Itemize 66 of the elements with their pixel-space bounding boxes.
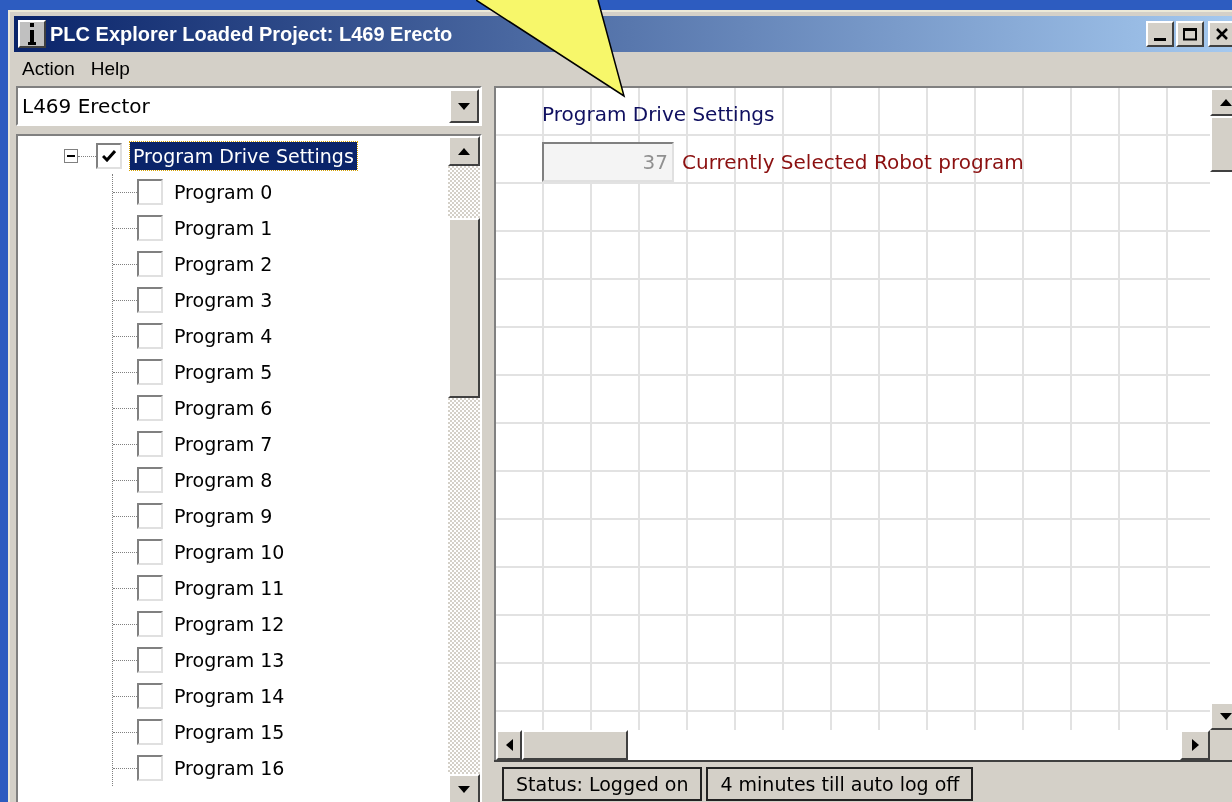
scroll-left-button[interactable] (496, 730, 522, 760)
scroll-up-button[interactable] (448, 136, 480, 166)
tree-item[interactable]: Program 1 (171, 214, 276, 242)
checkbox[interactable] (137, 323, 163, 349)
scroll-thumb[interactable] (448, 218, 480, 398)
tree-item[interactable]: Program 14 (171, 682, 288, 710)
menu-item[interactable]: Help (84, 54, 136, 84)
tree-item[interactable]: Program 11 (171, 574, 288, 602)
tree-item[interactable]: Program Drive Settings (130, 142, 357, 170)
dropdown-value: L469 Erector (21, 93, 151, 120)
project-dropdown[interactable]: L469 Erector (16, 86, 482, 126)
scroll-up-icon (458, 147, 470, 155)
tree-item[interactable]: Program 16 (171, 754, 288, 782)
tree-item[interactable]: Program 0 (171, 178, 276, 206)
checkbox[interactable] (137, 575, 163, 601)
tree-item[interactable]: Program 9 (171, 502, 276, 530)
tree-item[interactable]: Program 5 (171, 358, 276, 386)
scroll-right-button[interactable] (1180, 730, 1210, 760)
field-label: Currently Selected Robot program (682, 149, 1024, 176)
checkbox[interactable] (137, 179, 163, 205)
checkbox[interactable] (137, 395, 163, 421)
scroll-down-button[interactable] (448, 774, 480, 802)
tree-item[interactable]: Program 2 (171, 250, 276, 278)
tree-item[interactable]: Program 3 (171, 286, 276, 314)
close-icon (1216, 28, 1228, 40)
tree-item[interactable]: Program 15 (171, 718, 288, 746)
checkbox[interactable] (137, 503, 163, 529)
checkbox[interactable] (137, 755, 163, 781)
checkbox[interactable] (137, 539, 163, 565)
maximize-icon (1183, 27, 1197, 41)
tree-item[interactable]: Program 8 (171, 466, 276, 494)
checkbox[interactable] (137, 359, 163, 385)
checkbox[interactable] (137, 287, 163, 313)
checkbox[interactable] (137, 215, 163, 241)
checkbox[interactable] (137, 719, 163, 745)
window-title: PLC Explorer Loaded Project: L469 Erecto (50, 22, 453, 47)
checkbox[interactable] (137, 611, 163, 637)
minimize-icon (1154, 38, 1166, 41)
scroll-left-icon (505, 739, 513, 751)
section-heading: Program Drive Settings (542, 101, 776, 128)
status-text: Status: Logged on (502, 767, 703, 801)
checkbox[interactable] (137, 431, 163, 457)
app-icon (18, 20, 46, 48)
maximize-button[interactable] (1176, 21, 1204, 47)
collapse-icon[interactable] (64, 149, 78, 163)
scroll-down-icon (1220, 712, 1232, 720)
scroll-up-icon (1220, 98, 1232, 106)
scroll-down-icon (458, 785, 470, 793)
minimize-button[interactable] (1146, 21, 1174, 47)
checkbox[interactable] (137, 647, 163, 673)
close-button[interactable] (1208, 21, 1232, 47)
scroll-thumb[interactable] (522, 730, 628, 760)
menu-item[interactable]: Action (16, 54, 81, 84)
status-text: 4 minutes till auto log off (706, 767, 974, 801)
tree-item[interactable]: Program 12 (171, 610, 288, 638)
checkbox[interactable] (137, 467, 163, 493)
checkbox[interactable] (137, 683, 163, 709)
checkbox[interactable] (96, 143, 122, 169)
tree-item[interactable]: Program 4 (171, 322, 276, 350)
scroll-right-icon (1191, 739, 1199, 751)
tree-item[interactable]: Program 10 (171, 538, 288, 566)
checkmark-icon (102, 150, 116, 162)
tree-item[interactable]: Program 6 (171, 394, 276, 422)
tree-item[interactable]: Program 7 (171, 430, 276, 458)
checkbox[interactable] (137, 251, 163, 277)
tree-item[interactable]: Program 13 (171, 646, 288, 674)
